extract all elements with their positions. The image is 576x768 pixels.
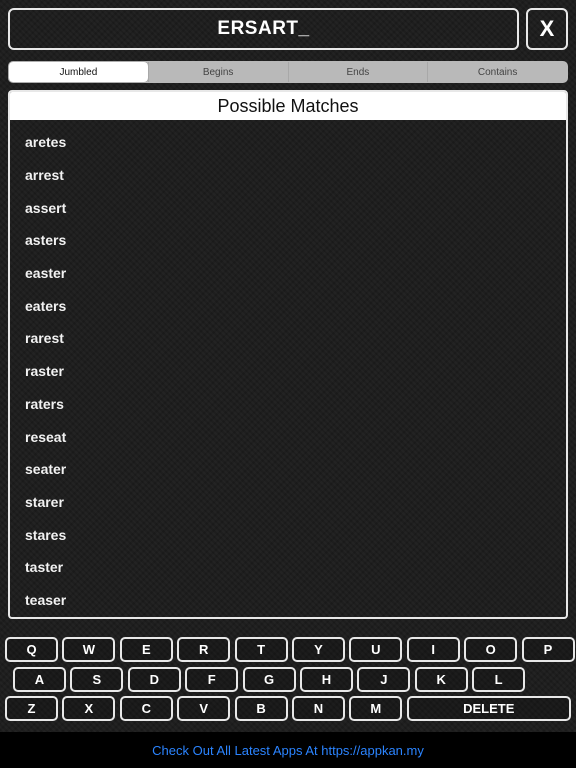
key-u[interactable]: U	[349, 637, 403, 662]
promo-footer-link[interactable]: Check Out All Latest Apps At https://app…	[0, 732, 576, 768]
key-t[interactable]: T	[234, 637, 288, 662]
tab-jumbled[interactable]: Jumbled	[9, 62, 148, 82]
list-item[interactable]: assert	[10, 191, 566, 224]
list-item[interactable]: seater	[10, 453, 566, 486]
list-item[interactable]: raters	[10, 388, 566, 421]
key-x[interactable]: X	[62, 696, 116, 721]
close-button[interactable]: X	[526, 8, 568, 50]
results-panel: Possible Matches aretes arrest assert as…	[8, 90, 568, 619]
word-input-display[interactable]: ERSART_	[8, 8, 519, 50]
list-item[interactable]: teaser	[10, 584, 566, 617]
key-j[interactable]: J	[357, 667, 411, 692]
list-item[interactable]: raster	[10, 355, 566, 388]
key-a[interactable]: A	[13, 667, 66, 692]
key-q[interactable]: Q	[5, 637, 58, 662]
key-w[interactable]: W	[62, 637, 116, 662]
match-list[interactable]: aretes arrest assert asters easter eater…	[10, 120, 566, 616]
key-k[interactable]: K	[414, 667, 468, 692]
key-y[interactable]: Y	[291, 637, 345, 662]
tab-ends[interactable]: Ends	[287, 62, 428, 82]
key-c[interactable]: C	[119, 696, 173, 721]
list-item[interactable]: arrest	[10, 159, 566, 192]
search-mode-segmented-control: Jumbled Begins Ends Contains	[8, 61, 568, 83]
list-item[interactable]: stares	[10, 518, 566, 551]
key-n[interactable]: N	[291, 696, 345, 721]
keyboard-row-3: Z X C V B N M DELETE	[5, 696, 575, 721]
key-s[interactable]: S	[70, 667, 124, 692]
key-g[interactable]: G	[242, 667, 296, 692]
key-e[interactable]: E	[119, 637, 173, 662]
key-r[interactable]: R	[177, 637, 231, 662]
list-item[interactable]: taster	[10, 551, 566, 584]
key-d[interactable]: D	[127, 667, 181, 692]
keyboard-row-1: Q W E R T Y U I O P	[5, 637, 576, 662]
list-item[interactable]: starer	[10, 486, 566, 519]
tab-contains[interactable]: Contains	[427, 62, 567, 82]
key-v[interactable]: V	[177, 696, 231, 721]
tab-begins[interactable]: Begins	[147, 62, 288, 82]
list-item[interactable]: eaters	[10, 289, 566, 322]
key-f[interactable]: F	[185, 667, 239, 692]
key-b[interactable]: B	[234, 696, 288, 721]
list-item[interactable]: easter	[10, 257, 566, 290]
results-header: Possible Matches	[10, 92, 566, 120]
key-o[interactable]: O	[464, 637, 518, 662]
delete-button[interactable]: DELETE	[406, 696, 571, 721]
keyboard-row-2: A S D F G H J K L	[13, 667, 530, 692]
list-item[interactable]: reseat	[10, 420, 566, 453]
key-l[interactable]: L	[472, 667, 526, 692]
key-h[interactable]: H	[299, 667, 353, 692]
key-i[interactable]: I	[406, 637, 460, 662]
key-m[interactable]: M	[349, 696, 403, 721]
list-item[interactable]: asters	[10, 224, 566, 257]
key-z[interactable]: Z	[5, 696, 58, 721]
list-item[interactable]: aretes	[10, 126, 566, 159]
key-p[interactable]: P	[521, 637, 575, 662]
list-item[interactable]: rarest	[10, 322, 566, 355]
